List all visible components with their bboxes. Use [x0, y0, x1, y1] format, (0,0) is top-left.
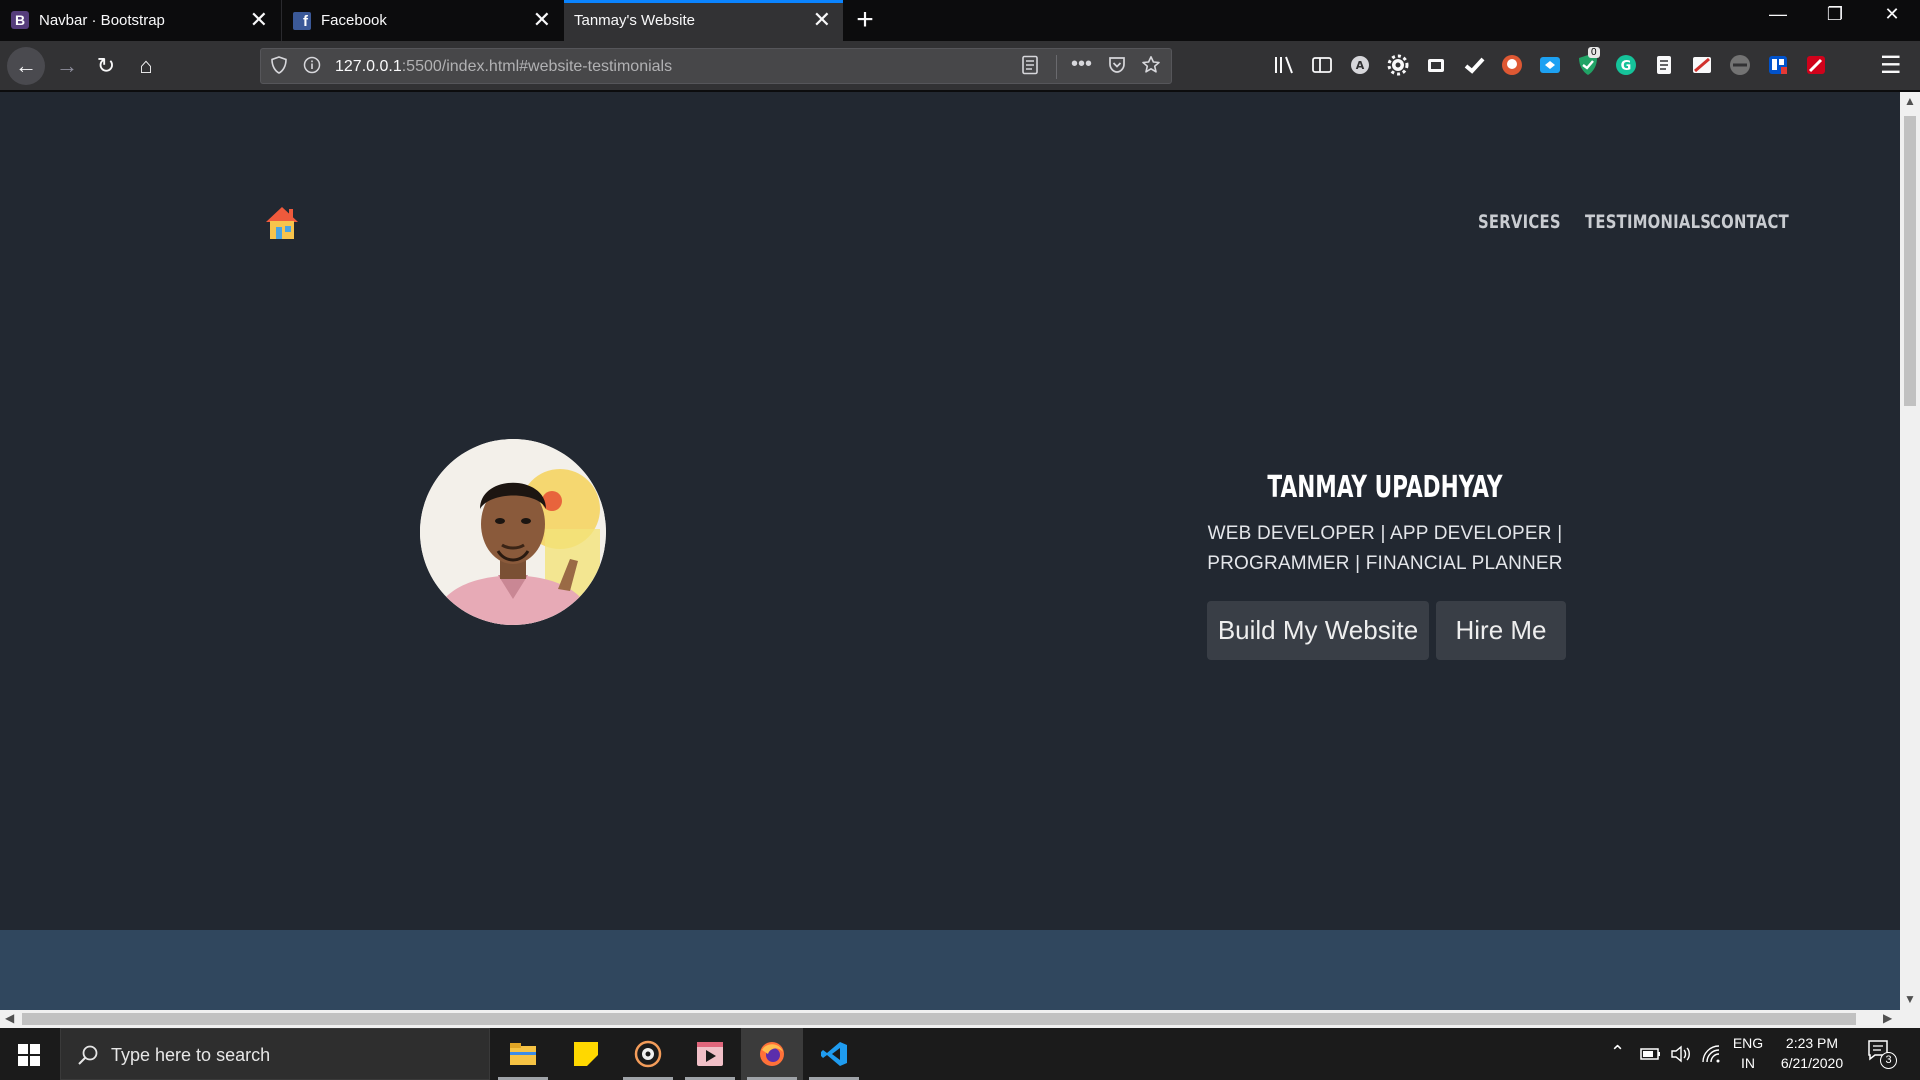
media-player-icon[interactable] [617, 1028, 679, 1080]
url-host: 127.0.0.1 [335, 58, 402, 75]
reader-view-icon[interactable] [1021, 55, 1039, 80]
region-text: IN [1741, 1055, 1755, 1071]
restore-icon[interactable]: ❐ [1815, 4, 1855, 25]
screenshot-icon[interactable] [1424, 53, 1448, 77]
horizontal-scrollbar[interactable]: ◀ ▶ [0, 1010, 1920, 1028]
tab-label: Facebook [321, 12, 387, 29]
taskbar-search[interactable]: Type here to search [60, 1028, 490, 1080]
mail-extension-icon[interactable] [1690, 53, 1714, 77]
nav-link-services[interactable]: SERVICES [1478, 211, 1561, 233]
hero-tagline: WEB DEVELOPER | APP DEVELOPER | PROGRAMM… [1207, 523, 1563, 574]
url-divider [1056, 55, 1057, 79]
reload-icon[interactable]: ↻ [88, 48, 124, 84]
windows-start-icon[interactable] [18, 1044, 40, 1066]
profile-photo-image [420, 439, 606, 625]
language-indicator[interactable]: ENG IN [1728, 1035, 1768, 1071]
url-bar[interactable]: 127.0.0.1:5500/index.html#website-testim… [260, 48, 1172, 84]
horizontal-scroll-thumb[interactable] [22, 1013, 1856, 1025]
page-viewport: SERVICES TESTIMONIALS CONTACT TANMAY UPA… [0, 92, 1900, 1010]
tab-navbar-bootstrap[interactable]: B Navbar · Bootstrap ✕ [0, 0, 280, 41]
notification-count-badge: 3 [1880, 1052, 1897, 1069]
duckduckgo-icon[interactable] [1500, 53, 1524, 77]
windows-taskbar: Type here to search ⌃ ENG IN 2:23 PM 6/2… [0, 1028, 1920, 1080]
clock-time: 2:23 PM [1785, 1035, 1839, 1051]
grammarly-icon[interactable]: G [1614, 53, 1638, 77]
home-icon[interactable]: ⌂ [128, 48, 164, 84]
bookmark-star-icon[interactable] [1141, 55, 1161, 80]
hire-me-button[interactable]: Hire Me [1436, 601, 1566, 660]
video-editor-icon[interactable] [679, 1028, 741, 1080]
gear-icon[interactable] [1386, 53, 1410, 77]
profile-photo [420, 439, 606, 625]
scroll-down-icon[interactable]: ▼ [1900, 992, 1920, 1006]
svg-text:G: G [1621, 59, 1632, 74]
clock-date: 6/21/2020 [1780, 1055, 1844, 1071]
extension-icons: A 0 G [1272, 47, 1828, 79]
site-info-icon[interactable] [303, 56, 321, 79]
circle-extension-icon[interactable] [1728, 53, 1752, 77]
translate-icon[interactable] [1538, 53, 1562, 77]
tracking-shield-icon[interactable] [271, 56, 287, 79]
close-tab-icon[interactable]: ✕ [813, 9, 831, 31]
close-tab-icon[interactable]: ✕ [250, 9, 268, 31]
trello-icon[interactable] [1766, 53, 1790, 77]
scroll-left-icon[interactable]: ◀ [5, 1011, 14, 1025]
scroll-right-icon[interactable]: ▶ [1883, 1011, 1892, 1025]
action-center-button[interactable]: 3 [1866, 1038, 1902, 1072]
tab-tanmays-website[interactable]: Tanmay's Website ✕ [564, 0, 843, 41]
forward-icon[interactable]: → [49, 48, 85, 84]
pen-extension-icon[interactable] [1804, 53, 1828, 77]
facebook-favicon-icon: f [293, 12, 311, 30]
window-close-icon[interactable]: ✕ [1872, 4, 1912, 25]
svg-text:A: A [1356, 59, 1365, 72]
notes-icon[interactable] [1652, 53, 1676, 77]
sticky-notes-icon[interactable] [555, 1028, 617, 1080]
file-explorer-icon[interactable] [492, 1028, 554, 1080]
search-icon [78, 1045, 98, 1065]
minimize-icon[interactable]: — [1758, 4, 1798, 25]
browser-toolbar: ← → ↻ ⌂ 127.0.0.1:5500/index.html#websit… [0, 41, 1920, 91]
shield-check-icon[interactable]: 0 [1576, 47, 1600, 77]
scroll-up-icon[interactable]: ▲ [1900, 94, 1920, 108]
url-text: 127.0.0.1:5500/index.html#website-testim… [335, 58, 672, 76]
battery-icon[interactable] [1640, 1046, 1662, 1062]
checkmark-extension-icon[interactable] [1462, 53, 1486, 77]
tab-strip: B Navbar · Bootstrap ✕ f Facebook ✕ Tanm… [0, 0, 1920, 41]
hamburger-menu-icon[interactable]: ☰ [1880, 51, 1902, 80]
nav-link-contact[interactable]: CONTACT [1710, 211, 1789, 233]
back-icon[interactable]: ← [7, 47, 45, 85]
library-icon[interactable] [1272, 53, 1296, 77]
bootstrap-favicon-icon: B [11, 11, 29, 29]
vscode-icon[interactable] [803, 1028, 865, 1080]
close-tab-icon[interactable]: ✕ [533, 9, 551, 31]
pocket-icon[interactable] [1107, 55, 1127, 80]
nav-link-testimonials[interactable]: TESTIMONIALS [1585, 211, 1711, 233]
home-logo-icon[interactable] [262, 202, 302, 242]
build-my-website-button[interactable]: Build My Website [1207, 601, 1429, 660]
sidebar-icon[interactable] [1310, 53, 1334, 77]
wifi-icon[interactable] [1701, 1044, 1721, 1064]
language-text: ENG [1732, 1035, 1764, 1051]
tab-label: Navbar · Bootstrap [39, 12, 165, 29]
tab-facebook[interactable]: f Facebook ✕ [281, 0, 563, 41]
search-placeholder: Type here to search [111, 1045, 271, 1065]
extension-badge: 0 [1588, 47, 1600, 58]
vertical-scrollbar[interactable]: ▲ ▼ [1900, 92, 1920, 1010]
clock[interactable]: 2:23 PM 6/21/2020 [1772, 1035, 1852, 1071]
url-path: :5500/index.html#website-testimonials [401, 58, 673, 75]
vertical-scroll-thumb[interactable] [1904, 116, 1916, 406]
testimonials-section-top [0, 930, 1900, 1010]
extension-a-icon[interactable]: A [1348, 53, 1372, 77]
show-hidden-icons-icon[interactable]: ⌃ [1610, 1042, 1625, 1063]
page-actions-icon[interactable]: ••• [1071, 53, 1092, 76]
tab-label: Tanmay's Website [574, 12, 695, 29]
volume-icon[interactable] [1670, 1044, 1692, 1064]
new-tab-button[interactable]: + [850, 3, 880, 37]
hero-name: TANMAY UPADHYAY [1267, 470, 1503, 505]
firefox-icon[interactable] [741, 1028, 803, 1080]
